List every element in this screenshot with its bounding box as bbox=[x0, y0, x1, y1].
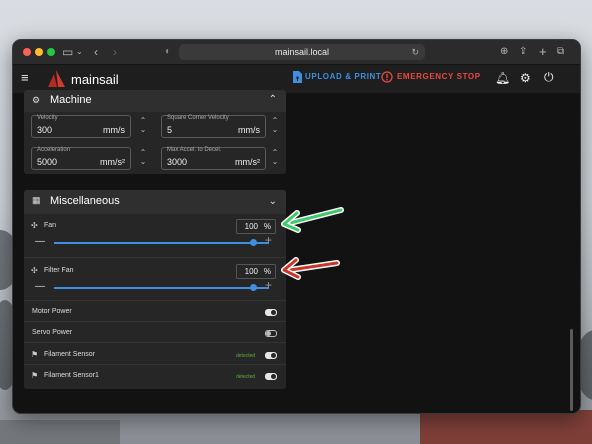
annotation-arrows bbox=[281, 207, 344, 280]
red-arrow-annotation bbox=[281, 257, 340, 280]
green-arrow-annotation bbox=[281, 207, 344, 233]
